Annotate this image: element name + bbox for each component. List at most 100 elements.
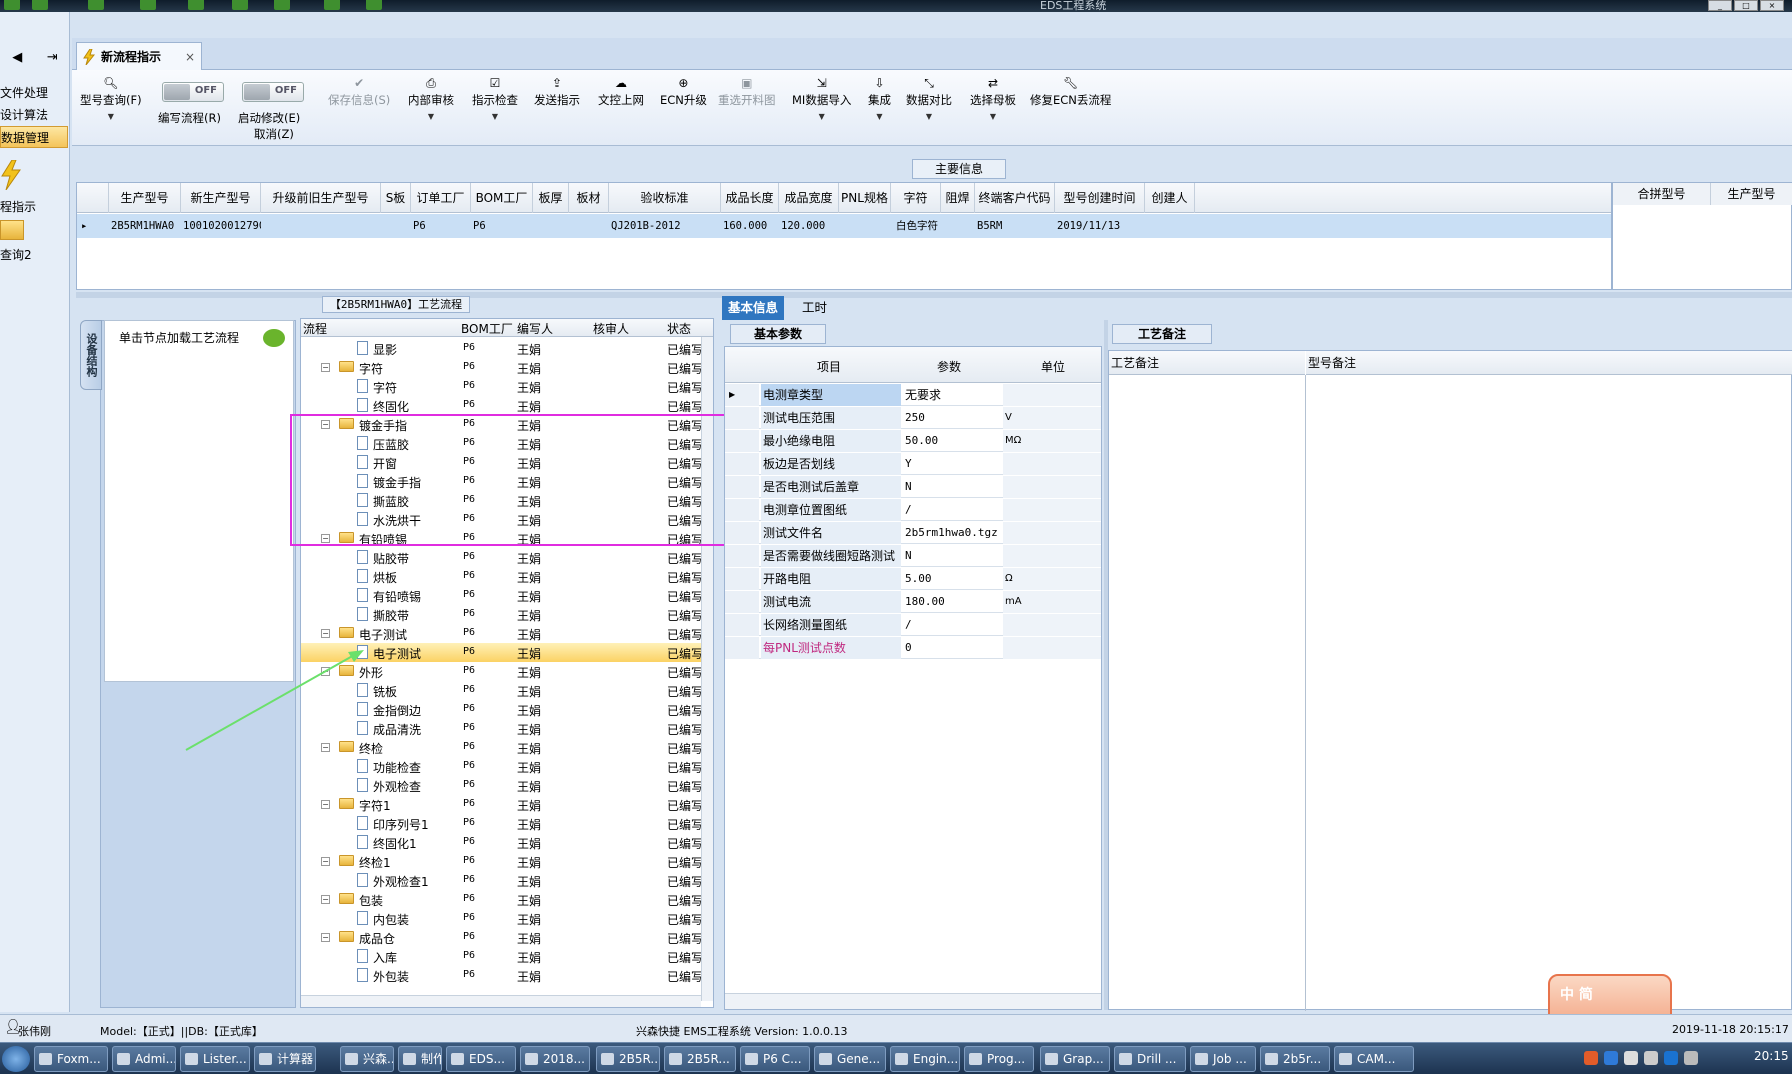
reselect-cutting-button[interactable]: ▣ 重选开料图: [718, 76, 776, 108]
column-header[interactable]: 编写人: [517, 320, 553, 337]
column-header[interactable]: S板: [381, 183, 411, 213]
param-value[interactable]: N: [903, 476, 1001, 498]
table-cell[interactable]: 120.000: [779, 214, 839, 238]
column-header[interactable]: PNL规格: [839, 183, 891, 213]
param-value[interactable]: 2b5rm1hwa0.tgz: [903, 522, 1001, 544]
start-edit-toggle[interactable]: OFF: [242, 82, 304, 102]
taskbar-item[interactable]: 计算器: [254, 1046, 316, 1072]
remark-area[interactable]: 工艺备注 型号备注: [1108, 350, 1792, 1011]
table-cell[interactable]: QJ201B-2012: [609, 214, 721, 238]
lightning-icon[interactable]: [0, 159, 22, 191]
save-info-button[interactable]: ✔ 保存信息(S): [328, 76, 390, 108]
structure-tab[interactable]: 设备结构: [80, 320, 102, 390]
param-row[interactable]: 电测章位置图纸 /: [725, 499, 1101, 521]
tree-row[interactable]: − 终检1 P6 王娟 已编写: [301, 852, 701, 871]
row-indicator[interactable]: ▸: [79, 214, 107, 238]
taskbar-item[interactable]: 2b5r...: [1260, 1046, 1330, 1072]
tree-row[interactable]: − 包装 P6 王娟 已编写: [301, 890, 701, 909]
row-indicator[interactable]: [725, 453, 759, 475]
taskbar-item[interactable]: 2B5R...: [596, 1046, 660, 1072]
taskbar-item[interactable]: Prog...: [964, 1046, 1034, 1072]
column-header[interactable]: 验收标准: [609, 183, 721, 213]
tab-new-flow[interactable]: 新流程指示 ×: [76, 42, 202, 70]
taskbar-item[interactable]: Grap...: [1040, 1046, 1110, 1072]
collapse-icon[interactable]: −: [321, 895, 330, 904]
table-cell[interactable]: B5RM: [975, 214, 1055, 238]
row-indicator[interactable]: [725, 476, 759, 498]
row-indicator[interactable]: [725, 637, 759, 659]
taskbar-item[interactable]: 兴森...: [340, 1046, 394, 1072]
tree-row[interactable]: 烘板 P6 王娟 已编写: [301, 567, 701, 586]
tree-row[interactable]: 外观检查 P6 王娟 已编写: [301, 776, 701, 795]
column-header[interactable]: 合拼型号: [1613, 183, 1711, 205]
param-row[interactable]: 每PNL测试点数 0: [725, 637, 1101, 659]
structure-tree[interactable]: 单击节点加载工艺流程: [104, 320, 294, 682]
column-header[interactable]: 创建人: [1145, 183, 1195, 213]
table-cell[interactable]: [941, 214, 975, 238]
tab-work-hours[interactable]: 工时: [796, 296, 833, 320]
tree-row[interactable]: 印序列号1 P6 王娟 已编写: [301, 814, 701, 833]
sidebar-item-flow[interactable]: 程指示: [0, 196, 68, 218]
picture-icon[interactable]: [366, 0, 382, 10]
copy-icon[interactable]: [232, 0, 248, 10]
tree-row[interactable]: 贴胶带 P6 王娟 已编写: [301, 548, 701, 567]
param-value[interactable]: /: [903, 499, 1001, 521]
column-header[interactable]: 新生产型号: [181, 183, 261, 213]
param-row[interactable]: 测试文件名 2b5rm1hwa0.tgz: [725, 522, 1101, 544]
taskbar-item[interactable]: 2B5R...: [664, 1046, 736, 1072]
column-header[interactable]: 板厚: [533, 183, 569, 213]
column-header[interactable]: 成品宽度: [779, 183, 839, 213]
param-value[interactable]: 无要求: [903, 384, 1001, 406]
table-cell[interactable]: [261, 214, 381, 238]
param-row[interactable]: 开路电阻 5.00 Ω: [725, 568, 1101, 590]
column-header[interactable]: 核审人: [593, 320, 629, 337]
column-header[interactable]: 生产型号: [109, 183, 181, 213]
model-query-button[interactable]: 🔍︎ 型号查询(F) ▼: [80, 76, 142, 121]
column-header[interactable]: 状态: [667, 320, 691, 337]
sidebar-item-file[interactable]: 文件处理: [0, 82, 68, 104]
column-header[interactable]: 板材: [569, 183, 609, 213]
doc-online-button[interactable]: ☁ 文控上网: [598, 76, 644, 108]
tree-row[interactable]: 外观检查1 P6 王娟 已编写: [301, 871, 701, 890]
param-value[interactable]: N: [903, 545, 1001, 567]
collapse-icon[interactable]: −: [321, 857, 330, 866]
row-indicator[interactable]: [725, 591, 759, 613]
tree-row[interactable]: 功能检查 P6 王娟 已编写: [301, 757, 701, 776]
taskbar-item[interactable]: Admi...: [112, 1046, 176, 1072]
fix-ecn-flow-button[interactable]: 🔧︎ 修复ECN丢流程: [1030, 76, 1111, 108]
quick-icon[interactable]: [32, 0, 48, 10]
tree-row[interactable]: − 字符 P6 王娟 已编写: [301, 358, 701, 377]
param-row[interactable]: 板边是否划线 Y: [725, 453, 1101, 475]
mi-import-button[interactable]: ⇲ MI数据导入 ▼: [792, 76, 851, 121]
write-flow-toggle[interactable]: OFF: [162, 82, 224, 102]
nav-forward-icon[interactable]: ⇥: [47, 50, 58, 65]
close-window-button[interactable]: ×: [1760, 0, 1784, 11]
table-cell[interactable]: 160.000: [721, 214, 779, 238]
table-icon[interactable]: [274, 0, 290, 10]
taskbar-item[interactable]: 制作...: [398, 1046, 442, 1072]
table-cell[interactable]: [381, 214, 411, 238]
column-header[interactable]: BOM工厂: [471, 183, 533, 213]
param-value[interactable]: 0: [903, 637, 1001, 659]
column-header[interactable]: 生产型号: [1711, 183, 1792, 205]
row-indicator[interactable]: [77, 183, 109, 213]
param-value[interactable]: /: [903, 614, 1001, 636]
close-icon[interactable]: ×: [185, 50, 195, 64]
tree-row[interactable]: 字符 P6 王娟 已编写: [301, 377, 701, 396]
internal-review-button[interactable]: ⎙ 内部审核 ▼: [408, 76, 454, 121]
sidebar-item-data[interactable]: 数据管理: [0, 126, 68, 148]
column-header[interactable]: 终端客户代码: [975, 183, 1055, 213]
help-icon[interactable]: [1604, 1051, 1618, 1065]
column-header[interactable]: 升级前旧生产型号: [261, 183, 381, 213]
tree-row[interactable]: 撕胶带 P6 王娟 已编写: [301, 605, 701, 624]
table-cell[interactable]: P6: [411, 214, 471, 238]
maximize-button[interactable]: □: [1734, 0, 1758, 11]
row-indicator[interactable]: [725, 499, 759, 521]
param-value[interactable]: 180.00: [903, 591, 1001, 613]
row-indicator[interactable]: [725, 407, 759, 429]
send-instruction-button[interactable]: ⇪ 发送指示: [534, 76, 580, 108]
table-cell[interactable]: P6: [471, 214, 533, 238]
data-compare-button[interactable]: ⤡ 数据对比 ▼: [906, 76, 952, 121]
volume-icon[interactable]: [1644, 1051, 1658, 1065]
param-value[interactable]: Y: [903, 453, 1001, 475]
